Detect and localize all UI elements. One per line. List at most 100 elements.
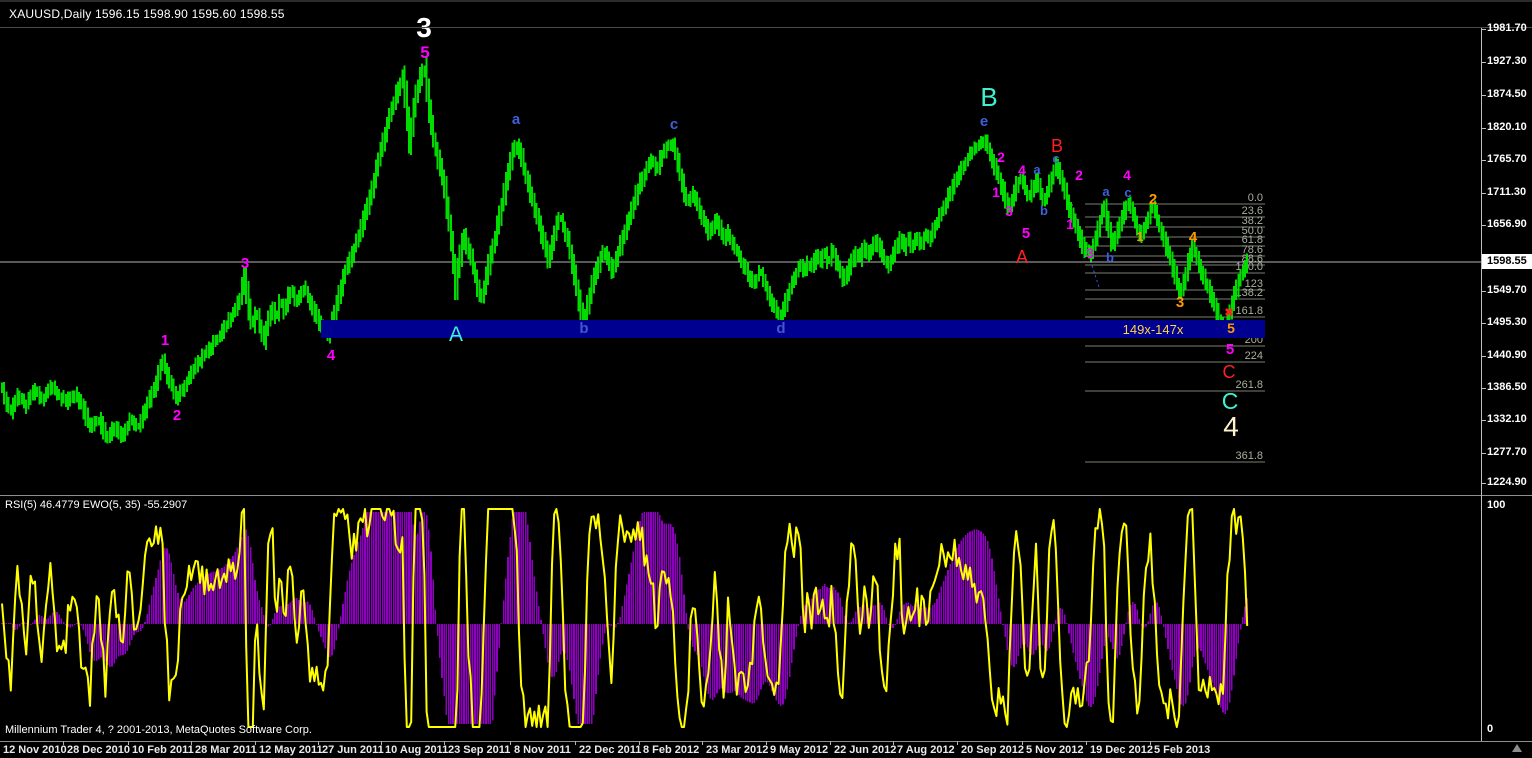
- time-axis-label: 23 Sep 2011: [448, 744, 511, 756]
- time-axis-label: 22 Dec 2011: [579, 744, 642, 756]
- wave-label: 2: [1075, 167, 1083, 183]
- wave-label: 2: [173, 407, 181, 424]
- wave-label: B: [980, 82, 997, 112]
- time-axis-label: 27 Jun 2011: [322, 744, 384, 756]
- price-axis-label: 1981.70: [1487, 22, 1527, 34]
- wave-label: 2: [997, 149, 1005, 165]
- wave-label: C: [1223, 362, 1236, 382]
- time-axis-tick: [63, 741, 64, 745]
- price-axis-label: 1495.30: [1487, 316, 1527, 328]
- wave-label: 1: [1136, 229, 1143, 244]
- wave-label: 5: [420, 43, 429, 62]
- price-axis-tick: [1481, 291, 1486, 292]
- price-axis-tick: [1481, 356, 1486, 357]
- time-axis-tick: [191, 741, 192, 745]
- ewo-histogram: [1, 512, 1248, 724]
- fib-level-label: 0.0: [1248, 192, 1263, 204]
- fib-level-label: 100.0: [1235, 261, 1263, 273]
- indicator-scale-min: 0: [1487, 723, 1494, 735]
- wave-label: 1: [161, 332, 169, 349]
- time-axis-tick: [1022, 741, 1023, 745]
- price-axis-label: 1711.30: [1487, 186, 1527, 198]
- wave-label: 149x-147x: [1123, 322, 1184, 337]
- chart-title: XAUUSD,Daily 1596.15 1598.90 1595.60 159…: [9, 7, 285, 21]
- price-axis-label: 1765.70: [1487, 153, 1527, 165]
- price-axis-tick: [1481, 483, 1486, 484]
- wave-label: A: [1016, 247, 1028, 267]
- time-axis-label: 20 Sep 2012: [961, 744, 1024, 756]
- time-axis-tick: [318, 741, 319, 745]
- wave-label: c: [670, 116, 678, 133]
- chart-end-arrow[interactable]: [1512, 744, 1522, 752]
- time-axis-tick: [510, 741, 511, 745]
- price-axis-tick: [1481, 62, 1486, 63]
- wave-label: b: [579, 320, 588, 337]
- wave-label: e: [980, 113, 988, 130]
- price-axis-label: 1386.50: [1487, 381, 1527, 393]
- price-axis-tick: [1481, 95, 1486, 96]
- titlebar-separator: [0, 27, 1532, 28]
- time-axis-tick: [766, 741, 767, 745]
- time-axis-tick: [575, 741, 576, 745]
- price-axis-tick: [1481, 29, 1486, 30]
- wave-label: 5: [1227, 320, 1235, 336]
- wave-label: c: [1052, 151, 1059, 166]
- time-axis-label: 23 Mar 2012: [706, 744, 769, 756]
- time-axis-label: 8 Feb 2012: [643, 744, 700, 756]
- fib-level-label: 161.8: [1235, 305, 1263, 317]
- wave-label: c: [1124, 185, 1131, 200]
- time-axis-tick: [702, 741, 703, 745]
- time-axis-tick: [381, 741, 382, 745]
- wave-label: 1: [1066, 216, 1074, 232]
- time-axis-label: 19 Dec 2012: [1090, 744, 1153, 756]
- wave-label: 2: [1149, 191, 1157, 208]
- price-axis-tick: [1481, 128, 1486, 129]
- wave-label: 4: [327, 347, 336, 364]
- fib-level-label: 138.2: [1235, 287, 1263, 299]
- wave-label: 4: [1223, 411, 1239, 442]
- time-axis-tick: [1086, 741, 1087, 745]
- wave-label: 3: [1005, 203, 1013, 219]
- wave-label: 4: [1018, 162, 1026, 178]
- wave-label: a: [512, 111, 521, 128]
- wave-label: b: [1040, 203, 1048, 218]
- time-axis-tick: [255, 741, 256, 745]
- wave-label: 3: [1176, 294, 1184, 311]
- time-axis-tick: [1150, 741, 1151, 745]
- price-axis-tick: [1481, 225, 1486, 226]
- wave-label: 4: [1189, 229, 1198, 246]
- price-axis-tick: [1481, 323, 1486, 324]
- time-axis-tick: [893, 741, 894, 745]
- time-axis-label: 12 May 2011: [259, 744, 323, 756]
- time-axis-tick: [639, 741, 640, 745]
- indicator-label: RSI(5) 46.4779 EWO(5, 35) -55.2907: [5, 499, 188, 511]
- wave-label: a: [1033, 162, 1041, 177]
- price-axis-border: [1481, 28, 1482, 741]
- wave-label: 3: [241, 255, 249, 272]
- time-axis-label: 10 Aug 2011: [385, 744, 449, 756]
- time-axis-label: 12 Nov 2010: [3, 744, 67, 756]
- chart-titlebar: XAUUSD,Daily 1596.15 1598.90 1595.60 159…: [0, 2, 1532, 27]
- price-axis-label: 1656.90: [1487, 218, 1527, 230]
- wave-label: ✖: [1224, 307, 1233, 319]
- time-axis-label: 8 Nov 2011: [514, 744, 571, 756]
- price-axis-label: 1224.90: [1487, 476, 1527, 488]
- wave-label: a: [1102, 184, 1110, 199]
- current-price-box: 1598.55: [1482, 254, 1532, 269]
- time-axis-tick: [830, 741, 831, 745]
- price-axis-tick: [1481, 453, 1486, 454]
- time-axis-tick: [957, 741, 958, 745]
- indicator-panel-separator[interactable]: [0, 495, 1532, 496]
- mt4-chart-window: XAUUSD,Daily 1596.15 1598.90 1595.60 159…: [0, 0, 1532, 758]
- price-axis-tick: [1481, 160, 1486, 161]
- wave-label: A: [449, 323, 463, 346]
- price-axis-tick: [1481, 388, 1486, 389]
- time-axis-label: 22 Jun 2012: [834, 744, 897, 756]
- fib-level-label: 261.8: [1235, 379, 1263, 391]
- price-axis-tick: [1481, 420, 1486, 421]
- chart-canvas[interactable]: 0.023.638.250.061.878.688.6100.0123138.2…: [0, 0, 1532, 758]
- copyright-text: Millennium Trader 4, ? 2001-2013, MetaQu…: [5, 724, 312, 736]
- price-axis-tick: [1481, 193, 1486, 194]
- wave-label: 3: [1086, 245, 1094, 261]
- price-axis-label: 1332.10: [1487, 413, 1527, 425]
